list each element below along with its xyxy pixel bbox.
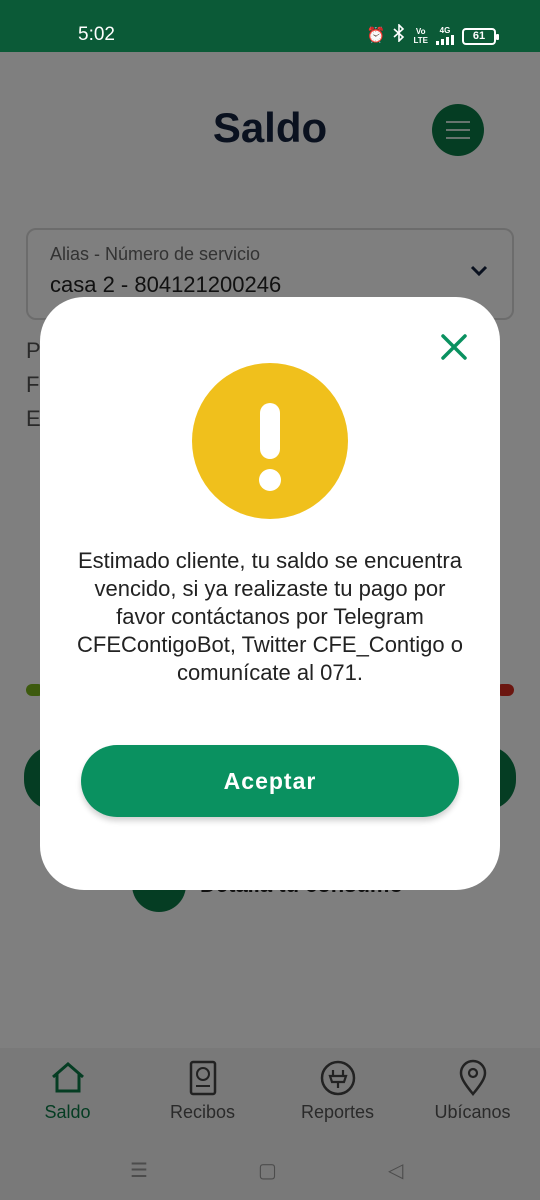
close-button[interactable]: [436, 329, 472, 365]
overdue-balance-dialog: Estimado cliente, tu saldo se encuentra …: [40, 297, 500, 890]
warning-icon: [192, 363, 348, 519]
alarm-icon: ⏰: [366, 27, 386, 44]
volte-icon: Vo LTE: [413, 27, 428, 45]
status-icons: ⏰ Vo LTE 4G 61: [366, 23, 499, 48]
signal-icon: 4G: [436, 26, 454, 47]
close-icon: [441, 334, 467, 360]
bluetooth-icon: [393, 23, 405, 48]
status-time: 5:02: [78, 24, 115, 45]
dialog-message: Estimado cliente, tu saldo se encuentra …: [77, 548, 463, 685]
accept-button[interactable]: Aceptar: [81, 745, 459, 817]
battery-icon: 61: [462, 27, 499, 45]
status-bar: 5:02 ⏰ Vo LTE 4G 61: [0, 0, 540, 52]
